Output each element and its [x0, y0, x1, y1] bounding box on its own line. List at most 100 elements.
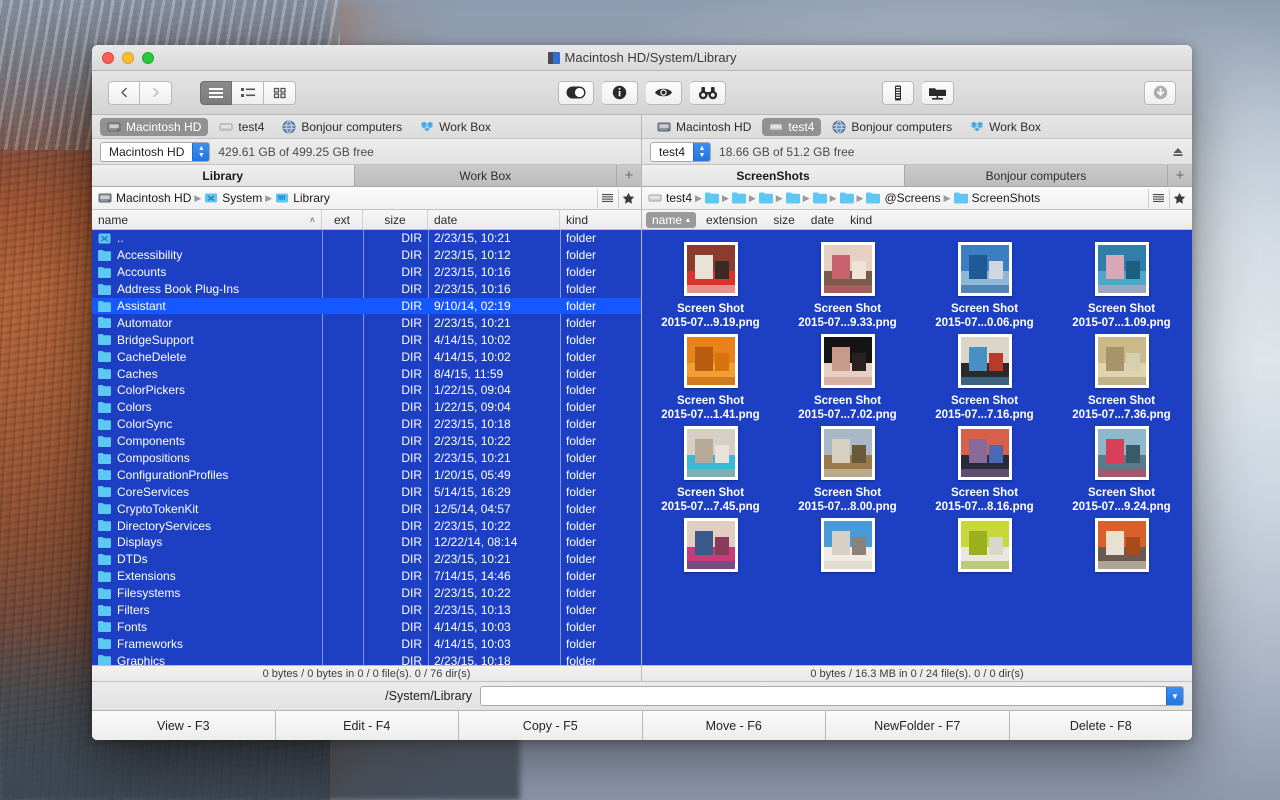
- eject-button[interactable]: [1172, 146, 1184, 158]
- list-item[interactable]: [642, 514, 779, 578]
- right-drive-selector[interactable]: test4 ▲▼: [650, 142, 711, 162]
- preview-eye-button[interactable]: [646, 81, 682, 105]
- left-add-tab-button[interactable]: +: [617, 165, 641, 186]
- left-shortcut-test4[interactable]: test4: [212, 118, 271, 136]
- right-col-size[interactable]: size: [763, 210, 800, 229]
- function-key-8[interactable]: Delete - F8: [1010, 711, 1193, 740]
- table-row[interactable]: AssistantDIR9/10/14, 02:19folder: [92, 298, 641, 315]
- left-drive-selector[interactable]: Macintosh HD ▲▼: [100, 142, 210, 162]
- right-drive-stepper[interactable]: ▲▼: [693, 143, 710, 161]
- right-breadcrumb-item-8[interactable]: ScreenShots: [954, 191, 1041, 205]
- table-row[interactable]: ColorsDIR1/22/15, 09:04folder: [92, 399, 641, 416]
- table-row[interactable]: CacheDeleteDIR4/14/15, 10:02folder: [92, 348, 641, 365]
- left-breadcrumb-item-0[interactable]: Macintosh HD: [98, 191, 191, 205]
- network-folder-button[interactable]: [922, 81, 954, 105]
- right-breadcrumb-item-1[interactable]: [705, 191, 719, 205]
- left-tab-library[interactable]: Library: [92, 165, 355, 186]
- left-shortcut-macintosh-hd[interactable]: Macintosh HD: [100, 118, 208, 136]
- list-item[interactable]: Screen Shot2015-07...8.00.png: [779, 422, 916, 514]
- list-item[interactable]: Screen Shot2015-07...8.16.png: [916, 422, 1053, 514]
- left-col-size[interactable]: size: [363, 210, 428, 229]
- download-button[interactable]: [1144, 81, 1176, 105]
- list-item[interactable]: Screen Shot2015-07...7.02.png: [779, 330, 916, 422]
- table-row[interactable]: CachesDIR8/4/15, 11:59folder: [92, 365, 641, 382]
- right-breadcrumb-item-0[interactable]: test4: [648, 191, 692, 205]
- list-item[interactable]: [1053, 514, 1190, 578]
- table-row[interactable]: FilesystemsDIR2/23/15, 10:22folder: [92, 585, 641, 602]
- left-tab-work-box[interactable]: Work Box: [355, 165, 618, 186]
- left-favorites-button[interactable]: [618, 189, 637, 208]
- list-item[interactable]: Screen Shot2015-07...7.45.png: [642, 422, 779, 514]
- function-key-4[interactable]: Edit - F4: [276, 711, 460, 740]
- left-shortcut-work-box[interactable]: Work Box: [413, 118, 498, 136]
- right-shortcut-work-box[interactable]: Work Box: [963, 118, 1048, 136]
- table-row[interactable]: ComponentsDIR2/23/15, 10:22folder: [92, 433, 641, 450]
- command-input[interactable]: [481, 687, 1166, 705]
- command-history-dropdown[interactable]: ▼: [1166, 687, 1183, 705]
- table-row[interactable]: FontsDIR4/14/15, 10:03folder: [92, 618, 641, 635]
- table-row[interactable]: GraphicsDIR2/23/15, 10:18folder: [92, 652, 641, 665]
- command-input-wrapper[interactable]: ▼: [480, 686, 1184, 706]
- right-breadcrumb-item-7[interactable]: @Screens: [866, 191, 940, 205]
- function-key-6[interactable]: Move - F6: [643, 711, 827, 740]
- list-item[interactable]: Screen Shot2015-07...7.16.png: [916, 330, 1053, 422]
- list-item[interactable]: [916, 514, 1053, 578]
- right-col-kind[interactable]: kind: [840, 210, 878, 229]
- right-shortcut-macintosh-hd[interactable]: Macintosh HD: [650, 118, 758, 136]
- table-row[interactable]: ColorPickersDIR1/22/15, 09:04folder: [92, 382, 641, 399]
- table-row[interactable]: DisplaysDIR12/22/14, 08:14folder: [92, 534, 641, 551]
- table-row[interactable]: CoreServicesDIR5/14/15, 16:29folder: [92, 483, 641, 500]
- right-breadcrumb-item-2[interactable]: [732, 191, 746, 205]
- table-row[interactable]: DirectoryServicesDIR2/23/15, 10:22folder: [92, 517, 641, 534]
- table-row[interactable]: DTDsDIR2/23/15, 10:21folder: [92, 551, 641, 568]
- right-favorites-button[interactable]: [1169, 189, 1188, 208]
- zip-button[interactable]: [882, 81, 914, 105]
- right-shortcut-bonjour[interactable]: Bonjour computers: [825, 118, 959, 136]
- table-row[interactable]: ColorSyncDIR2/23/15, 10:18folder: [92, 416, 641, 433]
- right-tab-bonjour[interactable]: Bonjour computers: [905, 165, 1168, 186]
- list-item[interactable]: Screen Shot2015-07...1.09.png: [1053, 238, 1190, 330]
- left-breadcrumb-item-1[interactable]: System: [204, 191, 262, 205]
- right-add-tab-button[interactable]: +: [1168, 165, 1192, 186]
- list-item[interactable]: Screen Shot2015-07...0.06.png: [916, 238, 1053, 330]
- list-item[interactable]: Screen Shot2015-07...9.19.png: [642, 238, 779, 330]
- left-col-kind[interactable]: kind: [560, 210, 641, 229]
- left-col-name[interactable]: name ˄: [92, 210, 322, 229]
- left-file-list[interactable]: ..DIR2/23/15, 10:21folderAccessibilityDI…: [92, 230, 641, 665]
- function-key-7[interactable]: NewFolder - F7: [826, 711, 1010, 740]
- view-list-button[interactable]: [200, 81, 232, 105]
- right-breadcrumb-item-5[interactable]: [813, 191, 827, 205]
- table-row[interactable]: AutomatorDIR2/23/15, 10:21folder: [92, 314, 641, 331]
- function-key-5[interactable]: Copy - F5: [459, 711, 643, 740]
- right-breadcrumb-item-4[interactable]: [786, 191, 800, 205]
- table-row[interactable]: AccountsDIR2/23/15, 10:16folder: [92, 264, 641, 281]
- right-breadcrumb-item-6[interactable]: [840, 191, 854, 205]
- right-shortcut-test4[interactable]: test4: [762, 118, 821, 136]
- view-grid-button[interactable]: [264, 81, 296, 105]
- list-item[interactable]: Screen Shot2015-07...9.24.png: [1053, 422, 1190, 514]
- table-row[interactable]: ExtensionsDIR7/14/15, 14:46folder: [92, 568, 641, 585]
- left-drive-stepper[interactable]: ▲▼: [192, 143, 209, 161]
- left-path-list-button[interactable]: [597, 189, 616, 208]
- forward-button[interactable]: [140, 81, 172, 105]
- table-row[interactable]: BridgeSupportDIR4/14/15, 10:02folder: [92, 331, 641, 348]
- table-row[interactable]: CryptoTokenKitDIR12/5/14, 04:57folder: [92, 500, 641, 517]
- table-row[interactable]: FiltersDIR2/23/15, 10:13folder: [92, 602, 641, 619]
- left-col-date[interactable]: date: [428, 210, 560, 229]
- table-row[interactable]: AccessibilityDIR2/23/15, 10:12folder: [92, 247, 641, 264]
- view-detail-button[interactable]: [232, 81, 264, 105]
- binoculars-search-button[interactable]: [690, 81, 726, 105]
- right-col-date[interactable]: date: [801, 210, 840, 229]
- left-shortcut-bonjour[interactable]: Bonjour computers: [275, 118, 409, 136]
- right-tab-screenshots[interactable]: ScreenShots: [642, 165, 905, 186]
- left-col-ext[interactable]: ext: [322, 210, 363, 229]
- list-item[interactable]: Screen Shot2015-07...9.33.png: [779, 238, 916, 330]
- right-col-extension[interactable]: extension: [696, 210, 763, 229]
- function-key-3[interactable]: View - F3: [92, 711, 276, 740]
- toggle-button[interactable]: [558, 81, 594, 105]
- table-row[interactable]: ..DIR2/23/15, 10:21folder: [92, 230, 641, 247]
- table-row[interactable]: Address Book Plug-InsDIR2/23/15, 10:16fo…: [92, 281, 641, 298]
- right-breadcrumb-item-3[interactable]: [759, 191, 773, 205]
- info-button[interactable]: [602, 81, 638, 105]
- list-item[interactable]: Screen Shot2015-07...7.36.png: [1053, 330, 1190, 422]
